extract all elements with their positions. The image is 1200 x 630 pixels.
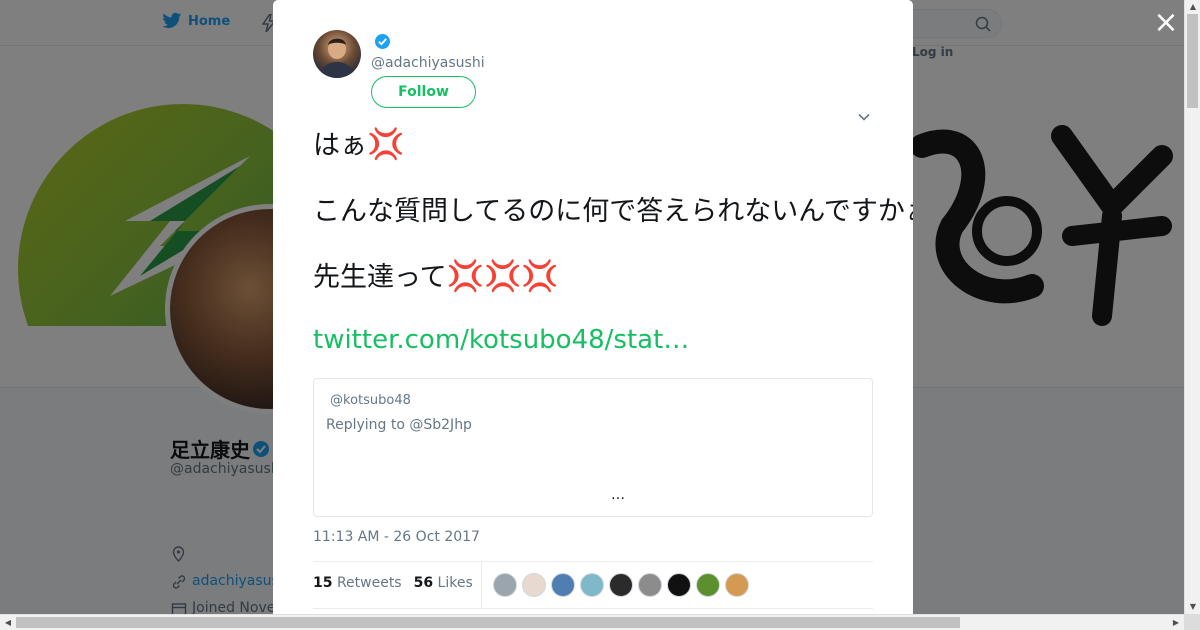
liker-avatar[interactable] bbox=[696, 573, 720, 597]
vertical-scroll-thumb[interactable] bbox=[1187, 14, 1198, 108]
tweet-line-text: 先生達って bbox=[313, 262, 447, 293]
close-modal-button[interactable]: × bbox=[1152, 8, 1180, 38]
liker-avatar[interactable] bbox=[638, 573, 662, 597]
vertical-scrollbar[interactable]: ▲ ▼ bbox=[1184, 0, 1200, 614]
tweet-line: はぁ💢 bbox=[313, 128, 873, 162]
author-handle[interactable]: @adachiyasushi bbox=[371, 55, 485, 71]
liker-avatar[interactable] bbox=[580, 573, 604, 597]
scroll-right-arrow-icon[interactable]: ▶ bbox=[1168, 615, 1184, 630]
author-avatar-photo bbox=[319, 38, 355, 78]
liker-avatar[interactable] bbox=[725, 573, 749, 597]
close-icon: × bbox=[1153, 5, 1179, 40]
liker-avatar[interactable] bbox=[493, 573, 517, 597]
liker-avatar[interactable] bbox=[551, 573, 575, 597]
horizontal-scrollbar[interactable]: ◀ ▶ bbox=[0, 614, 1184, 630]
tweet-stats-row: 15 Retweets 56 Likes bbox=[313, 561, 873, 609]
liker-avatar[interactable] bbox=[667, 573, 691, 597]
likes-label: Likes bbox=[437, 575, 473, 591]
likes-stat[interactable]: 56 Likes bbox=[414, 575, 473, 591]
likes-count: 56 bbox=[413, 575, 434, 591]
quoted-reply-context: Replying to @Sb2Jhp bbox=[326, 417, 472, 433]
tweet-timestamp[interactable]: 11:13 AM - 26 Oct 2017 bbox=[313, 529, 480, 545]
retweets-count: 15 bbox=[313, 575, 333, 591]
anger-emoji-icon: 💢💢💢 bbox=[446, 259, 559, 294]
liker-avatar[interactable] bbox=[609, 573, 633, 597]
tweet-line: こんな質問してるのに何で答えられないんですかぁ💢💢 bbox=[313, 194, 913, 228]
author-avatar[interactable] bbox=[313, 30, 361, 78]
tweet-permalink-modal: @adachiyasushi Follow はぁ💢 こんな質問してるのに何で答え… bbox=[273, 0, 913, 614]
engagement-stats: 15 Retweets 56 Likes bbox=[313, 575, 473, 591]
stats-divider bbox=[481, 562, 482, 608]
tweet-line-text: はぁ bbox=[313, 130, 367, 161]
scroll-left-arrow-icon[interactable]: ◀ bbox=[0, 615, 16, 630]
retweets-label: Retweets bbox=[336, 575, 402, 591]
scroll-up-arrow-icon[interactable]: ▲ bbox=[1185, 0, 1200, 14]
liker-avatars bbox=[493, 573, 749, 597]
quoted-handle[interactable]: @kotsubo48 bbox=[330, 393, 411, 408]
tweet-url-link[interactable]: twitter.com/kotsubo48/stat… bbox=[313, 325, 689, 355]
anger-emoji-icon: 💢 bbox=[367, 127, 405, 162]
quoted-tweet-card[interactable]: @kotsubo48 Replying to @Sb2Jhp … bbox=[313, 378, 873, 517]
follow-button[interactable]: Follow bbox=[371, 76, 476, 108]
chevron-down-icon[interactable] bbox=[857, 110, 871, 124]
verified-badge-icon bbox=[375, 34, 390, 49]
retweets-stat[interactable]: 15 Retweets bbox=[313, 575, 402, 591]
tweet-line-text: こんな質問してるのに何で答えられないんですかぁ bbox=[313, 196, 913, 227]
tweet-line: 先生達って💢💢💢 bbox=[313, 260, 873, 294]
tweet-text: はぁ💢 こんな質問してるのに何で答えられないんですかぁ💢💢 先生達って💢💢💢 bbox=[313, 128, 913, 326]
liker-avatar[interactable] bbox=[522, 573, 546, 597]
scroll-down-arrow-icon[interactable]: ▼ bbox=[1185, 600, 1200, 614]
horizontal-scroll-thumb[interactable] bbox=[16, 617, 960, 628]
scrollbar-corner bbox=[1184, 614, 1200, 630]
quoted-ellipsis: … bbox=[611, 487, 625, 503]
